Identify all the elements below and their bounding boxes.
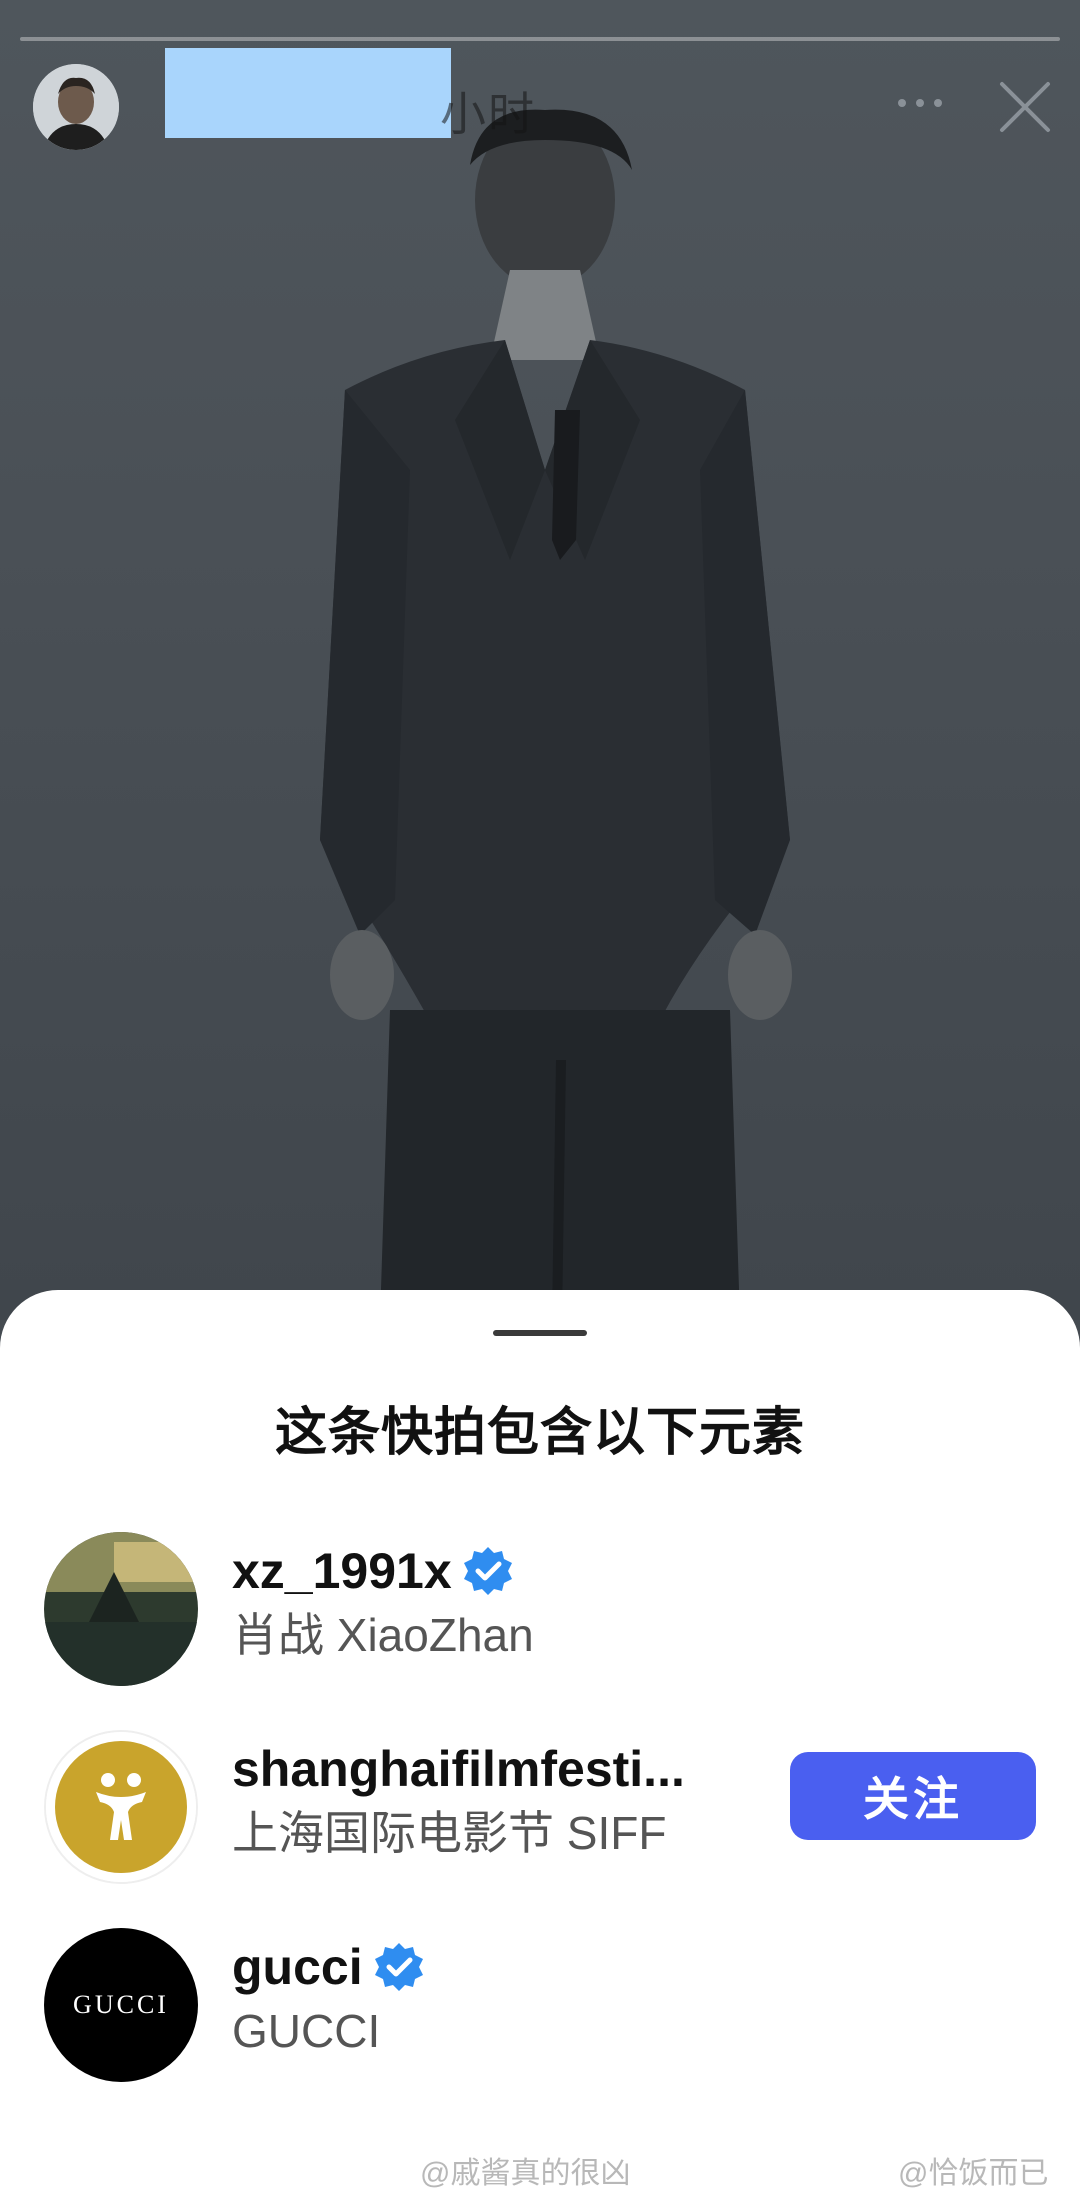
- redacted-username: [165, 48, 451, 138]
- follow-button[interactable]: 关注: [790, 1752, 1036, 1840]
- person-in-suit-figure: [320, 109, 792, 1320]
- more-horizontal-icon[interactable]: [892, 88, 948, 118]
- watermark-right-text: @恰饭而已: [898, 2157, 1049, 2190]
- gucci-wordmark-logo: GUCCI: [73, 1990, 169, 2019]
- story-header: 小时: [0, 48, 1080, 158]
- story-time-ago: 小时: [440, 88, 536, 140]
- sheet-title: 这条快拍包含以下元素: [274, 1404, 805, 1462]
- verified-badge-icon: [374, 1943, 423, 1991]
- close-icon[interactable]: [996, 78, 1054, 136]
- verified-badge-icon: [463, 1547, 512, 1595]
- account-display-name: 上海国际电影节 SIFF: [232, 1807, 667, 1859]
- account-username: shanghaifilmfesti...: [232, 1741, 685, 1797]
- account-row-xz-1991x[interactable]: xz_1991x 肖战 XiaoZhan: [0, 1532, 1080, 1692]
- account-display-name: 肖战 XiaoZhan: [232, 1609, 534, 1661]
- story-elements-sheet: 这条快拍包含以下元素 xz_1991x 肖战 XiaoZhan shanghai…: [0, 1290, 1080, 2195]
- watermark-right: @恰饭而已: [898, 2148, 1048, 2192]
- account-avatar[interactable]: [44, 1532, 198, 1686]
- account-avatar[interactable]: GUCCI: [44, 1928, 198, 2082]
- account-avatar[interactable]: [44, 1730, 198, 1884]
- story-image: [0, 0, 1080, 1320]
- watermark-left-text: @戚酱真的很凶: [420, 2157, 631, 2190]
- sheet-drag-handle[interactable]: [493, 1330, 587, 1336]
- story-progress-bar: [20, 37, 1060, 41]
- account-username: gucci: [232, 1939, 363, 1995]
- account-row-gucci[interactable]: GUCCI gucci GUCCI: [0, 1928, 1080, 2088]
- account-row-siff[interactable]: shanghaifilmfesti... 上海国际电影节 SIFF 关注: [0, 1730, 1080, 1890]
- watermark-left: @戚酱真的很凶: [420, 2148, 630, 2192]
- account-username: xz_1991x: [232, 1543, 452, 1599]
- story-owner-avatar[interactable]: [33, 64, 119, 150]
- account-display-name: GUCCI: [232, 2005, 381, 2057]
